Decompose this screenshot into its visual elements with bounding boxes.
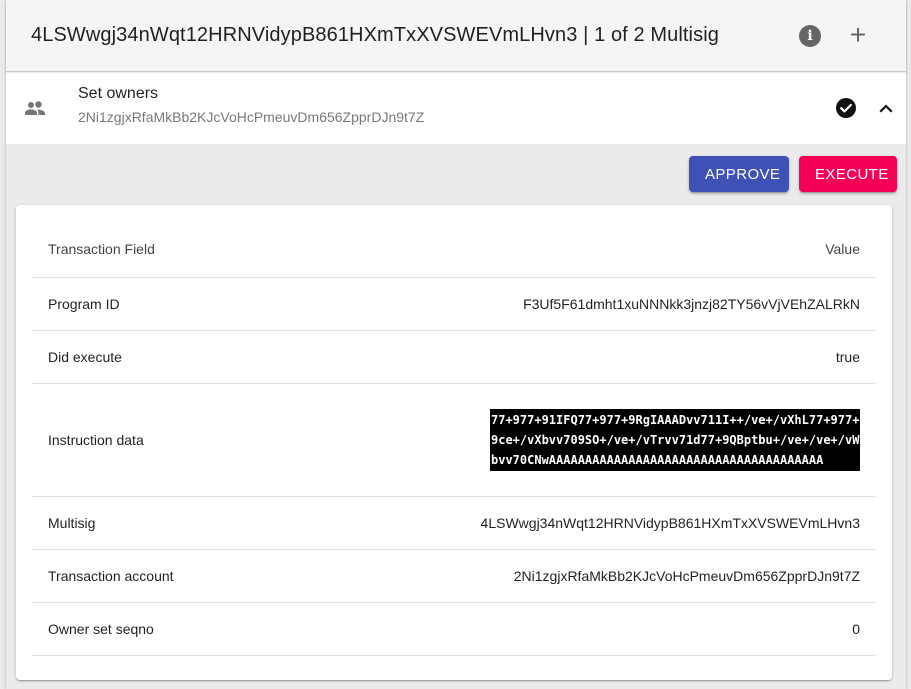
row-value: 2Ni1zgjxRfaMkBb2KJcVoHcPmeuvDm656ZpprDJn…	[513, 568, 860, 584]
chevron-up-icon	[879, 104, 893, 113]
row-value: 0	[852, 621, 860, 637]
multisig-title: 4LSWwgj34nWqt12HRNVidypB861HXmTxXVSWEVmL…	[31, 24, 719, 46]
transaction-table: Transaction Field Value Program ID F3Uf5…	[16, 205, 892, 680]
info-button[interactable]: i	[786, 12, 834, 60]
table-row: Multisig 4LSWwgj34nWqt12HRNVidypB861HXmT…	[32, 497, 876, 550]
add-button[interactable]: +	[834, 12, 882, 60]
row-value: F3Uf5F61dmht1xuNNNkk3jnzj82TY56vVjVEhZAL…	[523, 296, 860, 312]
execute-button[interactable]: EXECUTE	[799, 156, 897, 192]
action-bar: APPROVE EXECUTE	[6, 144, 906, 204]
row-field: Owner set seqno	[48, 621, 154, 637]
row-field: Transaction account	[48, 568, 174, 584]
row-field: Program ID	[48, 296, 120, 312]
table-row: Did execute true	[32, 331, 876, 384]
check-circle-icon	[826, 97, 866, 119]
multisig-card: 4LSWwgj34nWqt12HRNVidypB861HXmTxXVSWEVmL…	[6, 0, 906, 689]
row-field: Instruction data	[48, 432, 144, 448]
approve-button[interactable]: APPROVE	[689, 156, 789, 192]
people-icon	[22, 101, 78, 115]
transaction-name: Set owners	[78, 85, 159, 102]
instruction-data-value: 77+977+91IFQ77+977+9RgIAAADvv711I++/ve+/…	[490, 409, 860, 471]
collapse-button[interactable]	[866, 100, 906, 116]
page: 4LSWwgj34nWqt12HRNVidypB861HXmTxXVSWEVmL…	[0, 0, 911, 689]
table-header-row: Transaction Field Value	[32, 205, 876, 278]
row-value: 4LSWwgj34nWqt12HRNVidypB861HXmTxXVSWEVmL…	[480, 515, 860, 531]
table-row: Transaction account 2Ni1zgjxRfaMkBb2KJcV…	[32, 550, 876, 603]
header-value: Value	[825, 241, 860, 257]
plus-icon: +	[849, 18, 867, 50]
table-row: Owner set seqno 0	[32, 603, 876, 656]
row-field: Multisig	[48, 515, 96, 531]
table-row: Instruction data 77+977+91IFQ77+977+9RgI…	[32, 384, 876, 497]
header-field: Transaction Field	[48, 241, 155, 257]
table-row: Program ID F3Uf5F61dmht1xuNNNkk3jnzj82TY…	[32, 278, 876, 331]
transaction-address: 2Ni1zgjxRfaMkBb2KJcVoHcPmeuvDm656ZpprDJn…	[78, 109, 425, 125]
app-header: 4LSWwgj34nWqt12HRNVidypB861HXmTxXVSWEVmL…	[6, 0, 906, 72]
transaction-text: Set owners 2Ni1zgjxRfaMkBb2KJcVoHcPmeuvD…	[78, 85, 826, 125]
row-field: Did execute	[48, 349, 122, 365]
transaction-list-item[interactable]: Set owners 2Ni1zgjxRfaMkBb2KJcVoHcPmeuvD…	[6, 72, 906, 144]
row-value: true	[835, 349, 860, 365]
info-icon: i	[799, 24, 821, 47]
